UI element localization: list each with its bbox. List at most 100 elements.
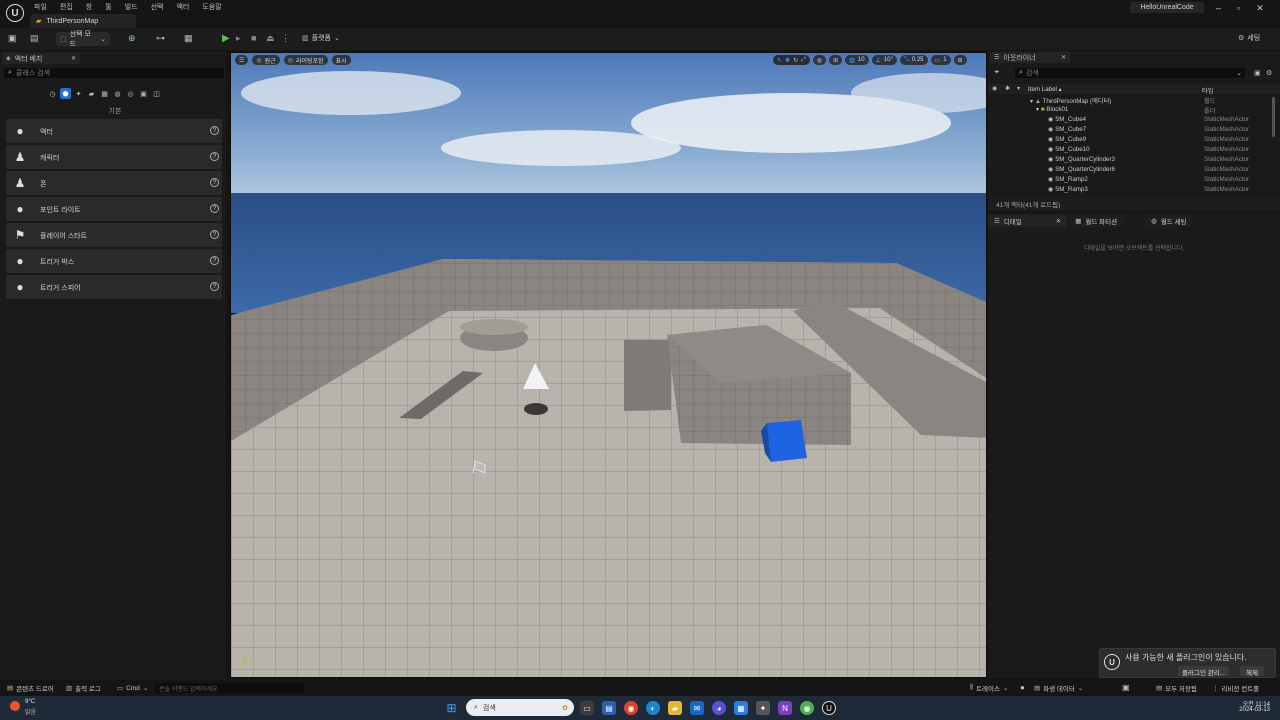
weather-widget[interactable]: 9°C 맑음 xyxy=(8,699,58,717)
shapes-category-icon[interactable]: ▰ xyxy=(86,88,97,99)
step-icon[interactable]: ▸ xyxy=(236,33,241,44)
windows-start-icon[interactable]: ⊞ xyxy=(445,701,458,715)
source-control-changelist-icon[interactable]: ▣ xyxy=(1122,683,1130,692)
rotation-snap-button[interactable]: ∠ 10° xyxy=(871,55,898,65)
close-tab-icon[interactable]: ✕ xyxy=(1061,54,1066,61)
item-label-column[interactable]: Item Label ▴ xyxy=(1028,86,1062,93)
stop-icon[interactable]: ■ xyxy=(251,33,256,43)
maximize-button[interactable]: ▫ xyxy=(1237,3,1240,13)
actor-list-item[interactable]: ⚑ 플레이어 스타트 ? xyxy=(6,223,222,247)
menu-select[interactable]: 선택 xyxy=(151,2,164,12)
content-drawer-button[interactable]: ▤ 콘텐츠 드로어 xyxy=(3,682,58,694)
actor-list-item[interactable]: ● 트리거 박스 ? xyxy=(6,249,222,273)
discord-icon[interactable]: ◕ xyxy=(712,701,726,715)
rotate-icon[interactable]: ↻ xyxy=(793,57,798,64)
platforms-menu[interactable]: ▥ 플랫폼 ⌄ xyxy=(302,33,340,43)
trace-record-icon[interactable]: ● xyxy=(1020,683,1025,692)
actor-list-item[interactable]: ● 포인트 라이트 ? xyxy=(6,197,222,221)
visual-effects-category-icon[interactable]: ◍ xyxy=(112,88,123,99)
lock-column-icon[interactable]: ▾ xyxy=(1017,85,1020,92)
recent-icon[interactable]: ◷ xyxy=(47,88,58,99)
help-icon[interactable]: ? xyxy=(210,230,219,239)
app-icon[interactable]: ✦ xyxy=(756,701,770,715)
help-icon[interactable]: ? xyxy=(210,152,219,161)
tab-world-settings[interactable]: ◍ 월드 세팅 xyxy=(1145,215,1193,227)
actor-list-item[interactable]: ● 액터 ? xyxy=(6,119,222,143)
file-explorer-icon[interactable]: ▰ xyxy=(668,701,682,715)
console-input[interactable]: 콘솔 커맨드 입력하세요 xyxy=(155,683,305,693)
blueprint-icon[interactable]: ⊶ xyxy=(156,33,165,44)
unreal-logo-icon[interactable]: U xyxy=(6,4,24,22)
manage-plugins-button[interactable]: 플러그인 관리... xyxy=(1178,666,1230,677)
filter-icon[interactable]: ⏷ xyxy=(994,69,1000,77)
menu-file[interactable]: 파일 xyxy=(34,2,47,12)
translate-icon[interactable]: ✥ xyxy=(785,57,790,64)
taskbar-search[interactable]: ⌕ 검색 ✿ xyxy=(466,699,574,716)
type-column[interactable]: 타입 xyxy=(1202,86,1213,95)
help-icon[interactable]: ? xyxy=(210,178,219,187)
outliner-row[interactable]: ▾ ■ Block01 폴더 xyxy=(988,106,1270,116)
outliner-row[interactable]: ◉ SM_Ramp3 StaticMeshActor xyxy=(988,186,1270,196)
outliner-scrollbar[interactable] xyxy=(1272,97,1275,137)
eject-icon[interactable]: ⏏ xyxy=(266,33,275,44)
play-icon[interactable]: ▶ xyxy=(222,33,230,44)
close-window-button[interactable]: ✕ xyxy=(1256,3,1264,14)
help-icon[interactable]: ? xyxy=(210,204,219,213)
settings-menu[interactable]: ⚙ 세팅 xyxy=(1238,33,1260,43)
select-icon[interactable]: ↖ xyxy=(777,57,782,64)
visibility-column-icon[interactable]: ◉ xyxy=(992,85,997,92)
edge-icon[interactable]: ◐ xyxy=(646,701,660,715)
menu-actor[interactable]: 액터 xyxy=(176,2,189,12)
menu-window[interactable]: 창 xyxy=(86,2,92,12)
cinematics-icon[interactable]: ▦ xyxy=(184,33,193,44)
lights-category-icon[interactable]: ✦ xyxy=(73,88,84,99)
dismiss-button[interactable]: 해제 xyxy=(1240,666,1264,677)
volumes-category-icon[interactable]: ▣ xyxy=(138,88,149,99)
add-actor-icon[interactable]: ⊕ xyxy=(128,33,136,44)
save-all-status[interactable]: ▤ 모두 저장됨 xyxy=(1152,682,1201,694)
mode-selector[interactable]: ⬚ 선택 모드 ⌄ xyxy=(56,31,110,48)
menu-build[interactable]: 빌드 xyxy=(125,2,138,12)
level-viewport[interactable]: ☰ ◎ 원근 ◎ 라이팅포함 표시 ↖ ✥ ↻ ⤢ ◍ ⊞ ▥ 10 ∠ 10° xyxy=(230,52,987,678)
pin-column-icon[interactable]: ✱ xyxy=(1005,85,1010,92)
cmd-selector[interactable]: ▭ Cmd ⌄ xyxy=(113,682,152,694)
visual-studio-icon[interactable]: N xyxy=(778,701,792,715)
minimize-button[interactable]: – xyxy=(1216,3,1221,13)
geometry-category-icon[interactable]: ◎ xyxy=(125,88,136,99)
outliner-tab[interactable]: ☰ 아웃라이너 ✕ xyxy=(990,52,1070,63)
perspective-button[interactable]: ◎ 원근 xyxy=(252,55,280,65)
close-tab-icon[interactable]: ✕ xyxy=(1056,217,1061,225)
scale-snap-button[interactable]: ⤡ 0.25 xyxy=(900,55,928,65)
camera-speed-button[interactable]: ▭ 1 xyxy=(930,55,951,65)
scale-icon[interactable]: ⤢ xyxy=(801,57,806,64)
tab-world-partition[interactable]: ▦ 월드 파티션 xyxy=(1069,215,1124,227)
scene-render[interactable] xyxy=(231,53,987,678)
cinematic-category-icon[interactable]: ▦ xyxy=(99,88,110,99)
help-icon[interactable]: ? xyxy=(210,282,219,291)
unreal-taskbar-icon[interactable]: U xyxy=(822,701,836,715)
class-search-input[interactable]: ⌕ 클래스 검색 xyxy=(4,68,224,78)
outliner-row[interactable]: ◉ SM_Cube9 StaticMeshActor xyxy=(988,136,1270,146)
close-tab-icon[interactable]: ✕ xyxy=(71,55,76,62)
help-icon[interactable]: ? xyxy=(210,256,219,265)
surface-snap-toggle[interactable]: ⊞ xyxy=(829,55,843,65)
store-icon[interactable]: ▦ xyxy=(734,701,748,715)
outliner-search-input[interactable]: ⌕ 검색 ⌄ xyxy=(1015,68,1245,78)
outliner-row[interactable]: ◉ SM_Cube7 StaticMeshActor xyxy=(988,126,1270,136)
chrome-icon[interactable]: ◉ xyxy=(624,701,638,715)
view-mode-button[interactable]: ◎ 라이팅포함 xyxy=(283,55,328,65)
viewport-menu-button[interactable]: ☰ xyxy=(235,55,249,65)
play-options-icon[interactable]: ⋮ xyxy=(281,33,290,44)
maximize-viewport-button[interactable]: ⊞ xyxy=(953,55,967,65)
outliner-row[interactable]: ◉ SM_QuarterCylinder6 StaticMeshActor xyxy=(988,166,1270,176)
menu-help[interactable]: 도움말 xyxy=(202,2,221,12)
all-classes-category-icon[interactable]: ◫ xyxy=(151,88,162,99)
outliner-row[interactable]: ▾ ▲ ThirdPersonMap (에디터) 월드 xyxy=(988,96,1270,106)
content-browser-icon[interactable]: ▤ xyxy=(30,33,39,44)
revision-control-button[interactable]: ⋮ 리비전 컨트롤 xyxy=(1208,682,1263,694)
map-tab[interactable]: ▰ ThirdPersonMap xyxy=(30,14,136,28)
actor-list-item[interactable]: ● 트리거 스피어 ? xyxy=(6,275,222,299)
tab-details[interactable]: ☰ 디테일 ✕ xyxy=(988,215,1068,227)
grid-snap-button[interactable]: ▥ 10 xyxy=(845,55,869,65)
basic-category-icon[interactable]: ⬟ xyxy=(60,88,71,99)
